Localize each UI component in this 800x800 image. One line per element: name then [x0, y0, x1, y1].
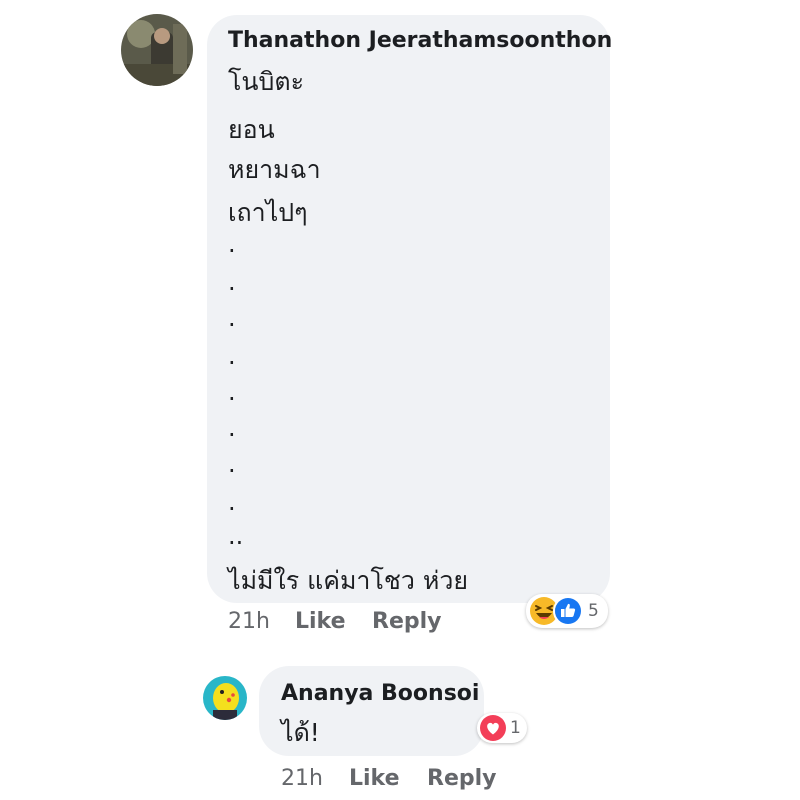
comment-dot: . [228, 304, 236, 332]
comment-timestamp[interactable]: 21h [228, 609, 270, 634]
comment-actions: 21h Like Reply [0, 609, 800, 637]
reply-like-button[interactable]: Like [349, 766, 400, 791]
comment-line: โนบิตะ [228, 67, 305, 96]
comment-line: หยามฉา [228, 155, 321, 184]
comment-dot: . [228, 488, 236, 516]
reply-photo-icon [203, 676, 247, 720]
comment-last-line: ไม่มีใร แค่มาโชว ห่วย [228, 566, 469, 595]
comment-bubble [207, 15, 610, 603]
comment-dot: . [228, 342, 236, 370]
reply-author-name[interactable]: Ananya Boonsoi [281, 681, 479, 706]
commenter-photo-icon [121, 14, 193, 86]
reply-actions: 21h Like Reply [0, 766, 800, 794]
reply-avatar[interactable] [203, 676, 247, 720]
comment-dot: . [228, 414, 236, 442]
comment-dot: . [228, 450, 236, 478]
comment-author-name[interactable]: Thanathon Jeerathamsoonthon [228, 28, 612, 53]
reply-reactions[interactable]: 1 [477, 713, 527, 743]
comment-reply-button[interactable]: Reply [372, 609, 442, 634]
comment-dot: .. [228, 522, 244, 550]
reply-timestamp[interactable]: 21h [281, 766, 323, 791]
comment-dot: . [228, 378, 236, 406]
comment-reaction-count: 5 [588, 601, 599, 621]
comment-dot: . [228, 230, 236, 258]
commenter-avatar[interactable] [121, 14, 193, 86]
love-icon [480, 715, 506, 741]
comment-line: เถาไปๆ [228, 198, 308, 227]
reply-text: ได้! [281, 718, 320, 747]
reply-reply-button[interactable]: Reply [427, 766, 497, 791]
comment-like-button[interactable]: Like [295, 609, 346, 634]
like-icon [553, 596, 583, 626]
comment-line: ยอน [228, 115, 275, 144]
comment-dot: . [228, 268, 236, 296]
reply-reaction-count: 1 [510, 718, 521, 738]
comment-reactions[interactable]: 5 [526, 594, 608, 628]
